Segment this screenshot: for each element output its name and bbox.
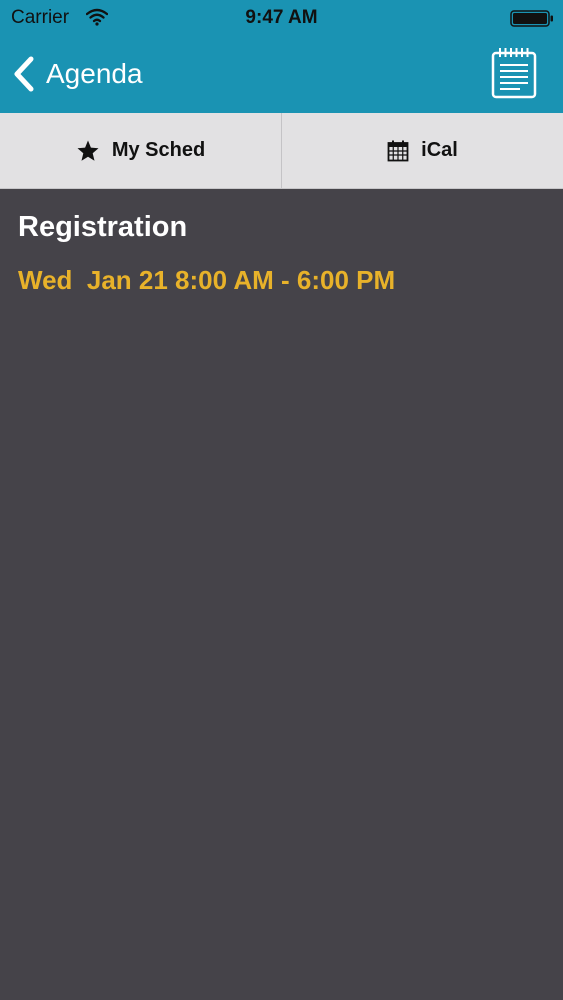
back-label: Agenda <box>46 58 143 89</box>
my-sched-label: My Sched <box>111 139 206 161</box>
status-bar: Carrier 9:47 AM <box>0 0 563 38</box>
star-icon <box>77 140 99 161</box>
chevron-left-icon <box>14 56 34 92</box>
ical-button[interactable]: iCal <box>281 113 563 188</box>
my-sched-button[interactable]: My Sched <box>0 113 281 188</box>
session-title: Registration <box>18 211 188 243</box>
notepad-icon[interactable] <box>490 46 538 100</box>
status-time: 9:47 AM <box>245 7 318 28</box>
navigation-bar: Agenda <box>0 38 563 113</box>
battery-icon <box>510 10 553 27</box>
app-header: Carrier 9:47 AM Agenda <box>0 0 563 113</box>
back-button[interactable]: Agenda <box>12 54 143 94</box>
ical-label: iCal <box>421 139 458 161</box>
calendar-icon <box>387 140 409 161</box>
action-tabbar: My Sched iCal <box>0 113 563 189</box>
session-time: Wed Jan 21 8:00 AM - 6:00 PM <box>18 265 396 295</box>
